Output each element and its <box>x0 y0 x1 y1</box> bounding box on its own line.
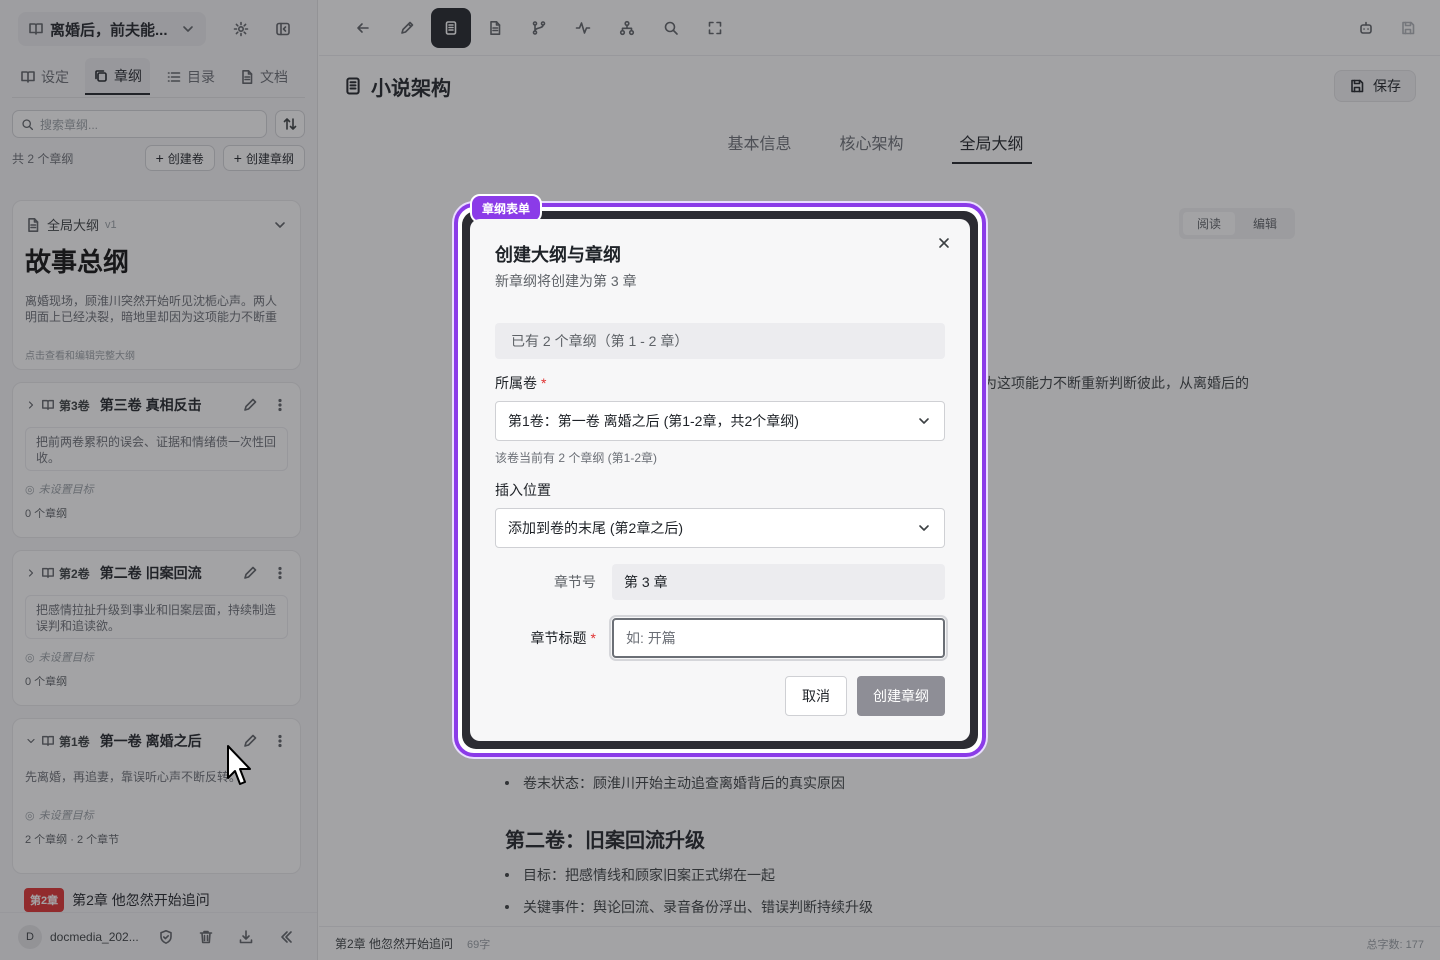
chapter-number-row: 章节号 第 3 章 <box>495 564 945 600</box>
existing-outlines-info: 已有 2 个章纲（第 1 - 2 章） <box>495 323 945 359</box>
position-select[interactable]: 添加到卷的末尾 (第2章之后) <box>495 508 945 548</box>
chapter-number-label: 章节号 <box>554 574 596 590</box>
volume-help-text: 该卷当前有 2 个章纲 (第1-2章) <box>495 451 658 465</box>
required-mark: * <box>590 630 596 646</box>
chapter-title-label: 章节标题 * <box>495 628 612 648</box>
chapter-title-input[interactable] <box>609 615 948 661</box>
volume-select-value: 第1卷：第一卷 离婚之后 (第1-2章，共2个章纲) <box>508 413 799 429</box>
position-label-text: 插入位置 <box>495 482 551 498</box>
chevron-down-icon <box>916 413 932 429</box>
position-field-label: 插入位置 <box>495 480 945 500</box>
cancel-button[interactable]: 取消 <box>785 676 847 716</box>
close-button[interactable] <box>936 235 954 253</box>
mouse-cursor <box>226 744 252 790</box>
volume-label-text: 所属卷 <box>495 375 537 391</box>
chapter-number-field: 第 3 章 <box>612 564 945 600</box>
dialog-subtitle: 新章纲将创建为第 3 章 <box>495 273 637 289</box>
dialog-title: 创建大纲与章纲 <box>495 245 621 265</box>
volume-field-label: 所属卷 * <box>495 373 945 393</box>
position-select-value: 添加到卷的末尾 (第2章之后) <box>508 520 683 536</box>
chapter-title-label-text: 章节标题 <box>530 630 587 646</box>
chapter-title-row: 章节标题 * <box>495 615 948 661</box>
create-outline-submit-button[interactable]: 创建章纲 <box>857 676 945 716</box>
chevron-down-icon <box>916 520 932 536</box>
dialog-actions: 取消 创建章纲 <box>785 676 945 716</box>
required-mark: * <box>541 375 547 391</box>
close-icon <box>936 235 952 251</box>
create-outline-dialog: 创建大纲与章纲 新章纲将创建为第 3 章 已有 2 个章纲（第 1 - 2 章）… <box>470 219 970 741</box>
volume-select[interactable]: 第1卷：第一卷 离婚之后 (第1-2章，共2个章纲) <box>495 401 945 441</box>
